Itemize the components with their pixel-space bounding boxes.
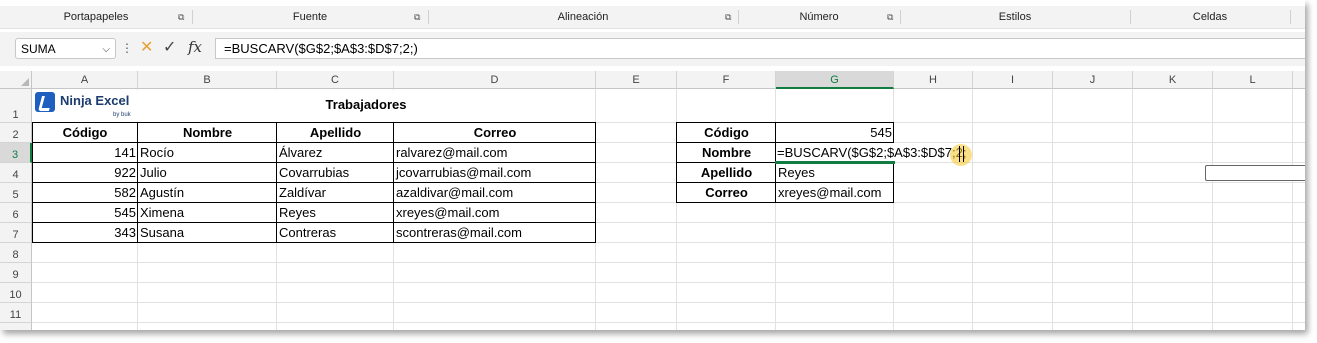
dialog-launcher-icon[interactable]: ⧉ [725, 12, 731, 22]
row-header-6[interactable]: 6 [0, 203, 32, 223]
ninja-logo-icon [35, 92, 55, 112]
column-header-b[interactable]: B [138, 71, 277, 89]
column-header-f[interactable]: F [677, 71, 776, 89]
row-header-3[interactable]: 3 [0, 143, 32, 163]
active-cell-indicator [775, 161, 895, 164]
lookup-label-codigo[interactable]: Código [677, 123, 776, 142]
row-header-8[interactable]: 8 [0, 243, 32, 263]
lookup-label-apellido[interactable]: Apellido [677, 163, 776, 182]
table-header-apellido[interactable]: Apellido [277, 123, 394, 142]
table-cell[interactable]: Reyes [277, 203, 394, 222]
column-header-i[interactable]: I [973, 71, 1053, 89]
column-header-h[interactable]: H [894, 71, 973, 89]
name-box-value: SUMA [21, 42, 56, 56]
table-cell[interactable]: jcovarrubias@mail.com [394, 163, 596, 182]
ribbon-group-labels: Portapapeles ⧉ Fuente ⧉ Alineación ⧉ Núm… [0, 6, 1305, 29]
table-cell[interactable]: Agustín [138, 183, 277, 202]
table-cell[interactable]: 545 [32, 203, 138, 222]
table-cell[interactable]: Covarrubias [277, 163, 394, 182]
excel-window: Portapapeles ⧉ Fuente ⧉ Alineación ⧉ Núm… [0, 0, 1305, 330]
ribbon-group-numero: Número [799, 11, 839, 23]
cancel-icon[interactable]: ✕ [140, 39, 153, 57]
table-header-nombre[interactable]: Nombre [138, 123, 277, 142]
table-cell[interactable]: Álvarez [277, 143, 394, 162]
dialog-launcher-icon[interactable]: ⧉ [178, 12, 184, 22]
more-options-icon[interactable]: ⋮ [121, 42, 133, 54]
dialog-launcher-icon[interactable]: ⧉ [414, 12, 420, 22]
worksheet-grid[interactable]: A B C D E F G H I J K L 1 2 3 4 5 6 7 8 … [0, 71, 1305, 330]
table-cell[interactable]: Julio [138, 163, 277, 182]
table-cell[interactable]: Contreras [277, 223, 394, 242]
logo-sub: by buk [113, 112, 131, 118]
column-header-d[interactable]: D [394, 71, 596, 89]
lookup-label-nombre[interactable]: Nombre [677, 143, 776, 162]
table-cell[interactable]: 141 [32, 143, 138, 162]
table-cell[interactable]: xreyes@mail.com [394, 203, 596, 222]
ribbon-group-fuente: Fuente [292, 11, 328, 23]
row-header-2[interactable]: 2 [0, 123, 32, 143]
logo-name: Ninja Excel [60, 93, 130, 108]
row-header-7[interactable]: 7 [0, 223, 32, 243]
column-header-l[interactable]: L [1213, 71, 1293, 89]
table-cell[interactable]: Zaldívar [277, 183, 394, 202]
lookup-codigo-value[interactable]: 545 [776, 123, 894, 142]
table-cell[interactable]: Ximena [138, 203, 277, 222]
active-cell-editor[interactable]: =BUSCARV($G$2;$A$3:$D$7;2; [776, 143, 967, 162]
floating-shape[interactable] [1205, 165, 1305, 181]
formula-bar: SUMA ⌵ ⋮ ✕ ✓ fx =BUSCARV($G$2;$A$3:$D$7;… [0, 32, 1305, 66]
ibeam-cursor-icon [959, 146, 964, 162]
table-cell[interactable]: scontreras@mail.com [394, 223, 596, 242]
lookup-apellido-value[interactable]: Reyes [776, 163, 894, 182]
column-header-a[interactable]: A [32, 71, 138, 89]
table-header-correo[interactable]: Correo [394, 123, 596, 142]
table-cell[interactable]: 343 [32, 223, 138, 242]
name-box[interactable]: SUMA ⌵ [15, 38, 116, 59]
lookup-label-correo[interactable]: Correo [677, 183, 776, 202]
row-header-10[interactable]: 10 [0, 283, 32, 303]
row-header-11[interactable]: 11 [0, 303, 32, 323]
select-all-button[interactable] [0, 71, 32, 89]
dialog-launcher-icon[interactable]: ⧉ [887, 12, 893, 22]
ribbon-group-estilos: Estilos [998, 11, 1032, 23]
table-title: Trabajadores [325, 97, 407, 112]
column-header-k[interactable]: K [1133, 71, 1213, 89]
row-header-9[interactable]: 9 [0, 263, 32, 283]
row-header-4[interactable]: 4 [0, 163, 32, 183]
table-cell[interactable]: Rocío [138, 143, 277, 162]
insert-function-icon[interactable]: fx [188, 38, 202, 56]
column-header-e[interactable]: E [596, 71, 677, 89]
table-cell[interactable]: 582 [32, 183, 138, 202]
lookup-correo-value[interactable]: xreyes@mail.com [776, 183, 894, 202]
column-header-g[interactable]: G [776, 71, 894, 89]
ninja-excel-logo: Ninja Excel by buk [33, 90, 137, 123]
column-header-c[interactable]: C [277, 71, 394, 89]
table-cell[interactable]: azaldivar@mail.com [394, 183, 596, 202]
chevron-down-icon[interactable]: ⌵ [102, 39, 110, 60]
row-header-1[interactable]: 1 [0, 89, 32, 123]
column-header-j[interactable]: J [1053, 71, 1133, 89]
ribbon-group-portapapeles: Portapapeles [63, 11, 129, 23]
formula-input[interactable]: =BUSCARV($G$2;$A$3:$D$7;2;) [215, 38, 1305, 59]
table-cell[interactable]: 922 [32, 163, 138, 182]
enter-check-icon[interactable]: ✓ [163, 39, 176, 57]
ribbon-group-alineacion: Alineación [557, 11, 609, 23]
row-header-5[interactable]: 5 [0, 183, 32, 203]
table-cell[interactable]: Susana [138, 223, 277, 242]
ribbon-group-celdas: Celdas [1192, 11, 1228, 23]
table-cell[interactable]: ralvarez@mail.com [394, 143, 596, 162]
table-header-codigo[interactable]: Código [32, 123, 138, 142]
